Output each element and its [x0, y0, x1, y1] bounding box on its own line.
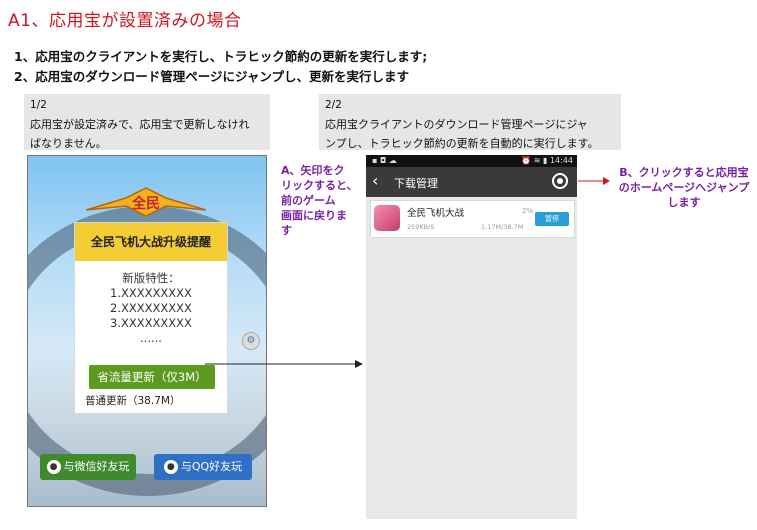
app-bar-title: 下载管理	[394, 177, 438, 190]
annotation-line: します	[667, 196, 701, 209]
annotation-a: A、矢印をク リックすると、 前のゲーム 画面に戻りま す	[281, 163, 363, 238]
download-row: 全民飞机大战 2% 259KB/S 1.17M/38.7M 暂停	[370, 200, 575, 238]
share-wechat-label: 与微信好友玩	[63, 460, 130, 473]
qq-penguin-icon: ●	[163, 460, 178, 474]
share-qq-button[interactable]: ● 与QQ好友玩	[154, 454, 252, 480]
annotation-line: リックすると、	[281, 179, 358, 192]
caption-line: 応用宝が設定済みで、応用宝で更新しなけれ	[30, 118, 250, 131]
download-size: 1.17M/38.7M	[481, 223, 524, 231]
features-title: 新版特性：	[122, 271, 180, 285]
feature-item: 1.XXXXXXXXX	[110, 286, 192, 300]
annotation-line: 前のゲーム	[281, 194, 336, 207]
step-1-text: 1、応用宝のクライアントを実行し、トラヒック節約の更新を実行します;	[14, 49, 428, 64]
annotation-line: す	[281, 224, 292, 237]
back-arrow-icon[interactable]: ‹	[372, 171, 378, 190]
download-manager-screenshot: ▪ ◘ ☁ ⏰ ≋ ▮ 14:44 ‹ 下载管理 全民飞机大战 2% 259KB…	[366, 155, 577, 519]
status-bar: ▪ ◘ ☁ ⏰ ≋ ▮ 14:44	[366, 155, 577, 167]
caption-line: ンプし、トラヒック節約の更新を自動的に実行します。	[325, 137, 599, 150]
save-traffic-update-button[interactable]: 省流量更新（仅3M）	[89, 365, 215, 389]
download-percent: 2%	[522, 207, 534, 215]
arrow-to-download-page	[205, 360, 363, 368]
page-title: A1、応用宝が設置済みの場合	[8, 11, 242, 31]
app-name: 全民飞机大战	[407, 208, 465, 219]
game-logo-text: 全民	[131, 195, 160, 212]
app-bar: ‹ 下载管理	[366, 167, 577, 197]
game-screenshot: 全民 全民飞机大战升级提醒 新版特性： 1.XXXXXXXXX 2.XXXXXX…	[27, 155, 267, 507]
share-qq-label: 与QQ好友玩	[180, 460, 243, 473]
caption-number: 1/2	[30, 99, 47, 111]
feature-item: 3.XXXXXXXXX	[110, 316, 192, 330]
feature-item: 2.XXXXXXXXX	[110, 301, 192, 315]
pause-button[interactable]: 暂停	[535, 212, 569, 226]
share-wechat-button[interactable]: ● 与微信好友玩	[40, 454, 136, 480]
wechat-icon: ●	[46, 460, 61, 474]
feature-item: ......	[140, 331, 162, 345]
annotation-line: 画面に戻りま	[281, 209, 347, 222]
annotation-b: B、クリックすると応用宝 のホームページへジャンプ します	[611, 165, 757, 210]
game-logo: 全民	[86, 187, 206, 217]
home-icon[interactable]	[552, 173, 568, 189]
status-time: 14:44	[549, 156, 573, 165]
update-popup: 全民飞机大战升级提醒 新版特性： 1.XXXXXXXXX 2.XXXXXXXXX…	[74, 222, 228, 414]
annotation-line: のホームページへジャンプ	[618, 181, 750, 194]
status-icons: ▪ ◘ ☁	[372, 156, 397, 165]
arrow-to-annotation-b	[578, 177, 610, 185]
normal-update-button[interactable]: 普通更新（38.7M）	[85, 393, 180, 408]
caption-line: ばなりません。	[30, 137, 107, 150]
step-2-text: 2、応用宝のダウンロード管理ページにジャンプし、更新を実行します	[14, 69, 409, 84]
caption-line: 応用宝クライアントのダウンロード管理ページにジャ	[325, 118, 588, 131]
side-gear-icon[interactable]: ⚙	[242, 332, 260, 350]
feature-list: 新版特性： 1.XXXXXXXXX 2.XXXXXXXXX 3.XXXXXXXX…	[75, 271, 227, 346]
annotation-line: B、クリックすると応用宝	[619, 166, 749, 179]
caption-box-2: 2/2 応用宝クライアントのダウンロード管理ページにジャ ンプし、トラヒック節約…	[319, 94, 621, 150]
status-right: ⏰ ≋ ▮ 14:44	[521, 156, 573, 165]
annotation-line: A、矢印をク	[281, 164, 345, 177]
caption-number: 2/2	[325, 99, 342, 111]
caption-box-1: 1/2 応用宝が設定済みで、応用宝で更新しなけれ ばなりません。	[24, 94, 270, 150]
download-speed: 259KB/S	[407, 223, 435, 231]
popup-title: 全民飞机大战升级提醒	[75, 223, 227, 261]
app-icon	[374, 205, 400, 231]
